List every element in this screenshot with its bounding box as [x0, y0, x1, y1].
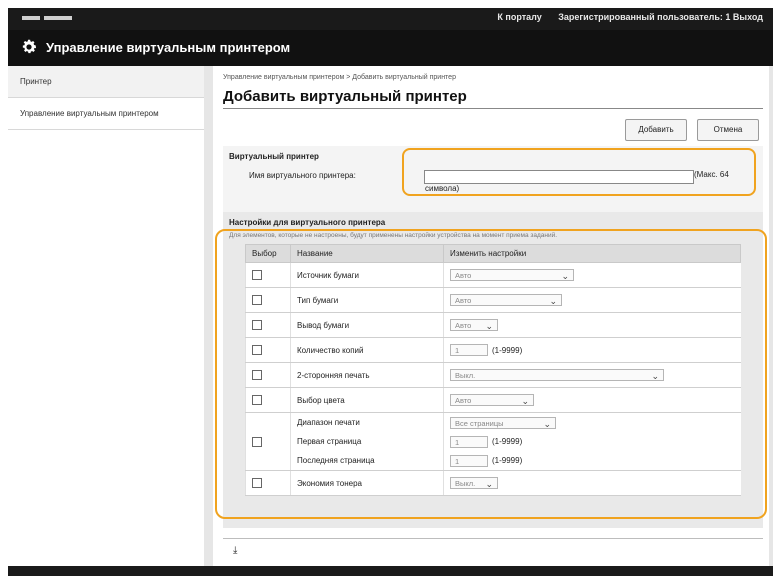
user-status[interactable]: Зарегистрированный пользователь: 1 Выход — [558, 12, 763, 22]
app-header: Управление виртуальным принтером — [8, 30, 773, 66]
virtual-printer-section-title: Виртуальный принтер — [229, 152, 319, 161]
settings-highlight — [215, 229, 767, 519]
top-bar: К порталу Зарегистрированный пользовател… — [8, 8, 773, 30]
breadcrumb[interactable]: Управление виртуальным принтером > Добав… — [223, 74, 456, 81]
sidebar-item-printer[interactable]: Принтер — [8, 66, 204, 98]
title-divider — [223, 108, 763, 109]
app-title: Управление виртуальным принтером — [46, 40, 291, 55]
gear-icon — [22, 39, 37, 54]
bottom-divider — [223, 538, 763, 539]
cancel-button[interactable]: Отмена — [697, 119, 759, 141]
brand-logo — [22, 16, 82, 21]
portal-link[interactable]: К порталу — [497, 12, 541, 22]
printer-name-highlight — [402, 148, 756, 196]
footer-bar — [8, 566, 773, 576]
sidebar: Принтер Управление виртуальным принтером — [8, 66, 204, 566]
add-button[interactable]: Добавить — [625, 119, 687, 141]
sidebar-item-virtual-printer-management[interactable]: Управление виртуальным принтером — [8, 98, 204, 130]
settings-section-title: Настройки для виртуального принтера — [229, 218, 386, 227]
collapse-top-icon[interactable]: ⤓ — [233, 545, 237, 556]
top-links: К порталу Зарегистрированный пользовател… — [483, 12, 763, 22]
printer-name-label: Имя виртуального принтера: — [249, 171, 356, 180]
page-title: Добавить виртуальный принтер — [223, 88, 467, 105]
